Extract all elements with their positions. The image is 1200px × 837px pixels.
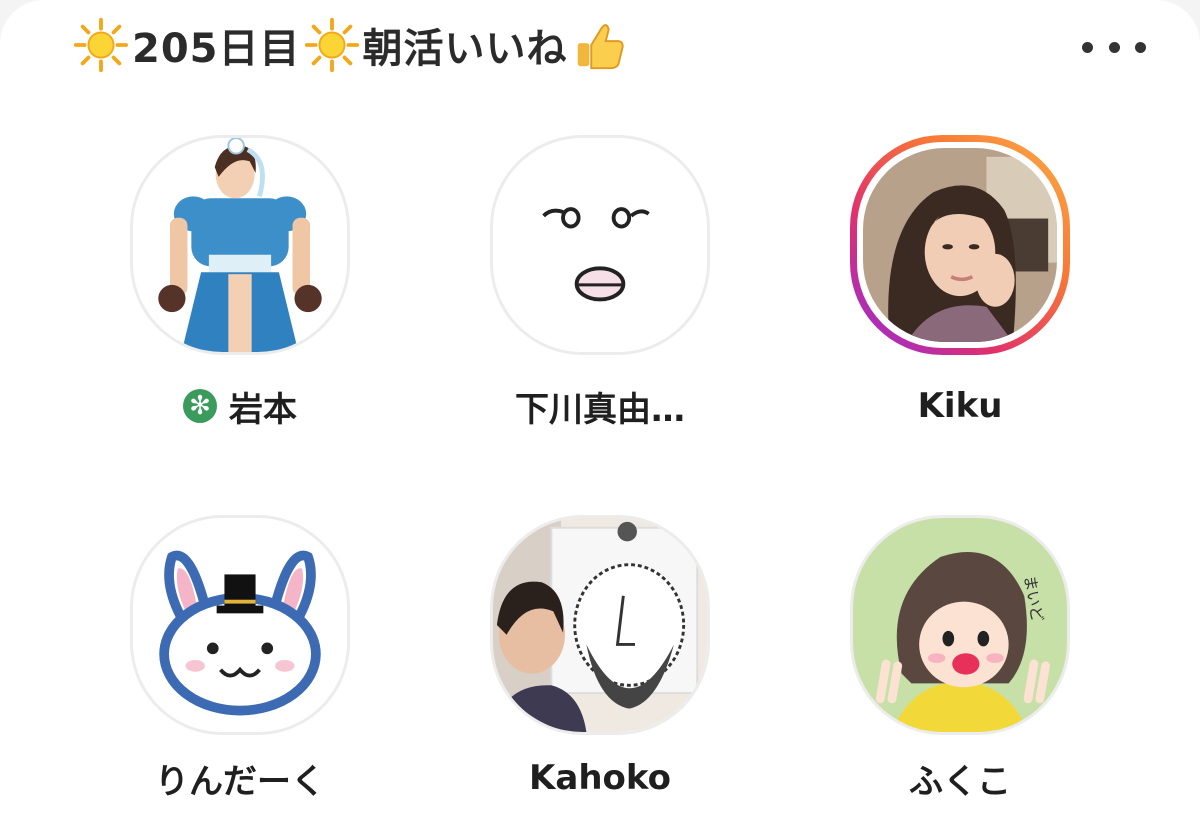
member-item[interactable]: Kiku [810,135,1110,435]
verified-badge-icon: ✻ [183,389,217,423]
member-name-row: ✻ 岩本 [90,381,390,431]
member-name-row: Kiku [810,381,1110,431]
group-panel: 205日目 朝活いいね ✻ 岩本 下川真由… Kiku りんだーく Kahoko… [0,0,1200,837]
member-item[interactable]: Kahoko [450,515,750,815]
avatar[interactable] [130,515,350,735]
avatar[interactable] [490,135,710,355]
member-name: ふくこ [909,761,1011,802]
member-name: 岩本 [229,389,297,430]
woman-photo-image [863,148,1057,342]
avatar[interactable] [490,515,710,735]
avatar[interactable] [130,135,350,355]
fighter-illustration-image [133,138,347,352]
member-grid: ✻ 岩本 下川真由… Kiku りんだーく Kahoko まいど ふくこ [0,0,1200,837]
member-item[interactable]: ✻ 岩本 [90,135,390,435]
member-item[interactable]: 下川真由… [450,135,750,435]
story-ring [850,135,1070,355]
member-name-row: 下川真由… [450,381,750,431]
member-name: 下川真由… [515,389,685,430]
avatar[interactable]: まいど [850,515,1070,735]
face-doodle-image [493,138,707,352]
avatar[interactable] [850,135,1070,355]
member-name-row: りんだーく [90,753,390,803]
rabbit-tophat-illustration-image [133,518,347,732]
member-name: Kahoko [529,758,671,798]
member-name: りんだーく [155,761,325,802]
member-item[interactable]: まいど ふくこ [810,515,1110,815]
member-name: Kiku [917,386,1003,426]
girl-peace-illustration-image: まいど [853,518,1067,732]
member-item[interactable]: りんだーく [90,515,390,815]
member-name-row: Kahoko [450,753,750,803]
member-name-row: ふくこ [810,753,1110,803]
woman-with-bearded-drawing-image [493,518,707,732]
